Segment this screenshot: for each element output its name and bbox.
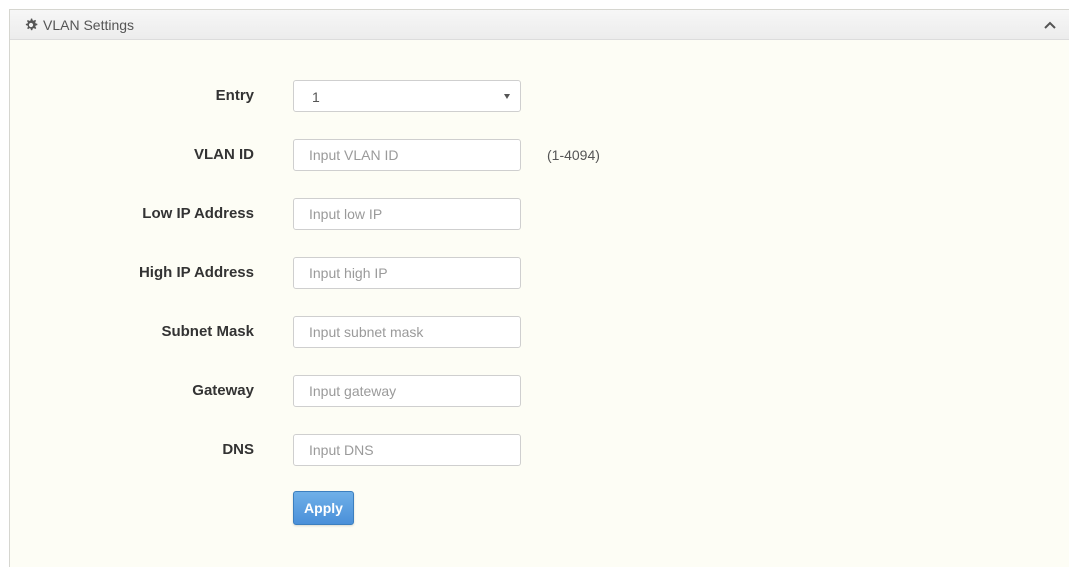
gateway-input[interactable] (293, 375, 521, 407)
chevron-up-icon[interactable] (1043, 20, 1057, 30)
panel-header: VLAN Settings (10, 10, 1069, 40)
subnet-mask-label: Subnet Mask (161, 323, 254, 340)
gateway-row: Gateway (10, 375, 1069, 407)
subnet-mask-input[interactable] (293, 316, 521, 348)
entry-selected-value: 1 (312, 89, 320, 105)
gateway-label: Gateway (192, 382, 254, 399)
entry-row: Entry 1 (10, 80, 1069, 112)
vlan-id-input[interactable] (293, 139, 521, 171)
dns-label: DNS (222, 441, 254, 458)
high-ip-row: High IP Address (10, 257, 1069, 289)
low-ip-row: Low IP Address (10, 198, 1069, 230)
panel-title: VLAN Settings (43, 17, 135, 33)
high-ip-label: High IP Address (138, 264, 254, 281)
apply-button[interactable]: Apply (293, 491, 354, 525)
caret-down-icon (504, 94, 510, 99)
entry-select[interactable]: 1 (293, 80, 521, 112)
vlan-id-range-hint: (1-4094) (547, 147, 600, 163)
dns-row: DNS (10, 434, 1069, 466)
high-ip-input[interactable] (293, 257, 521, 289)
vlan-settings-panel: VLAN Settings Entry 1 VLAN ID (1-4094) L… (9, 9, 1069, 567)
low-ip-input[interactable] (293, 198, 521, 230)
vlan-id-label: VLAN ID (194, 146, 254, 163)
vlan-id-row: VLAN ID (1-4094) (10, 139, 1069, 171)
entry-label: Entry (215, 87, 254, 104)
dns-input[interactable] (293, 434, 521, 466)
low-ip-label: Low IP Address (142, 205, 254, 222)
subnet-mask-row: Subnet Mask (10, 316, 1069, 348)
gear-icon (25, 18, 38, 31)
